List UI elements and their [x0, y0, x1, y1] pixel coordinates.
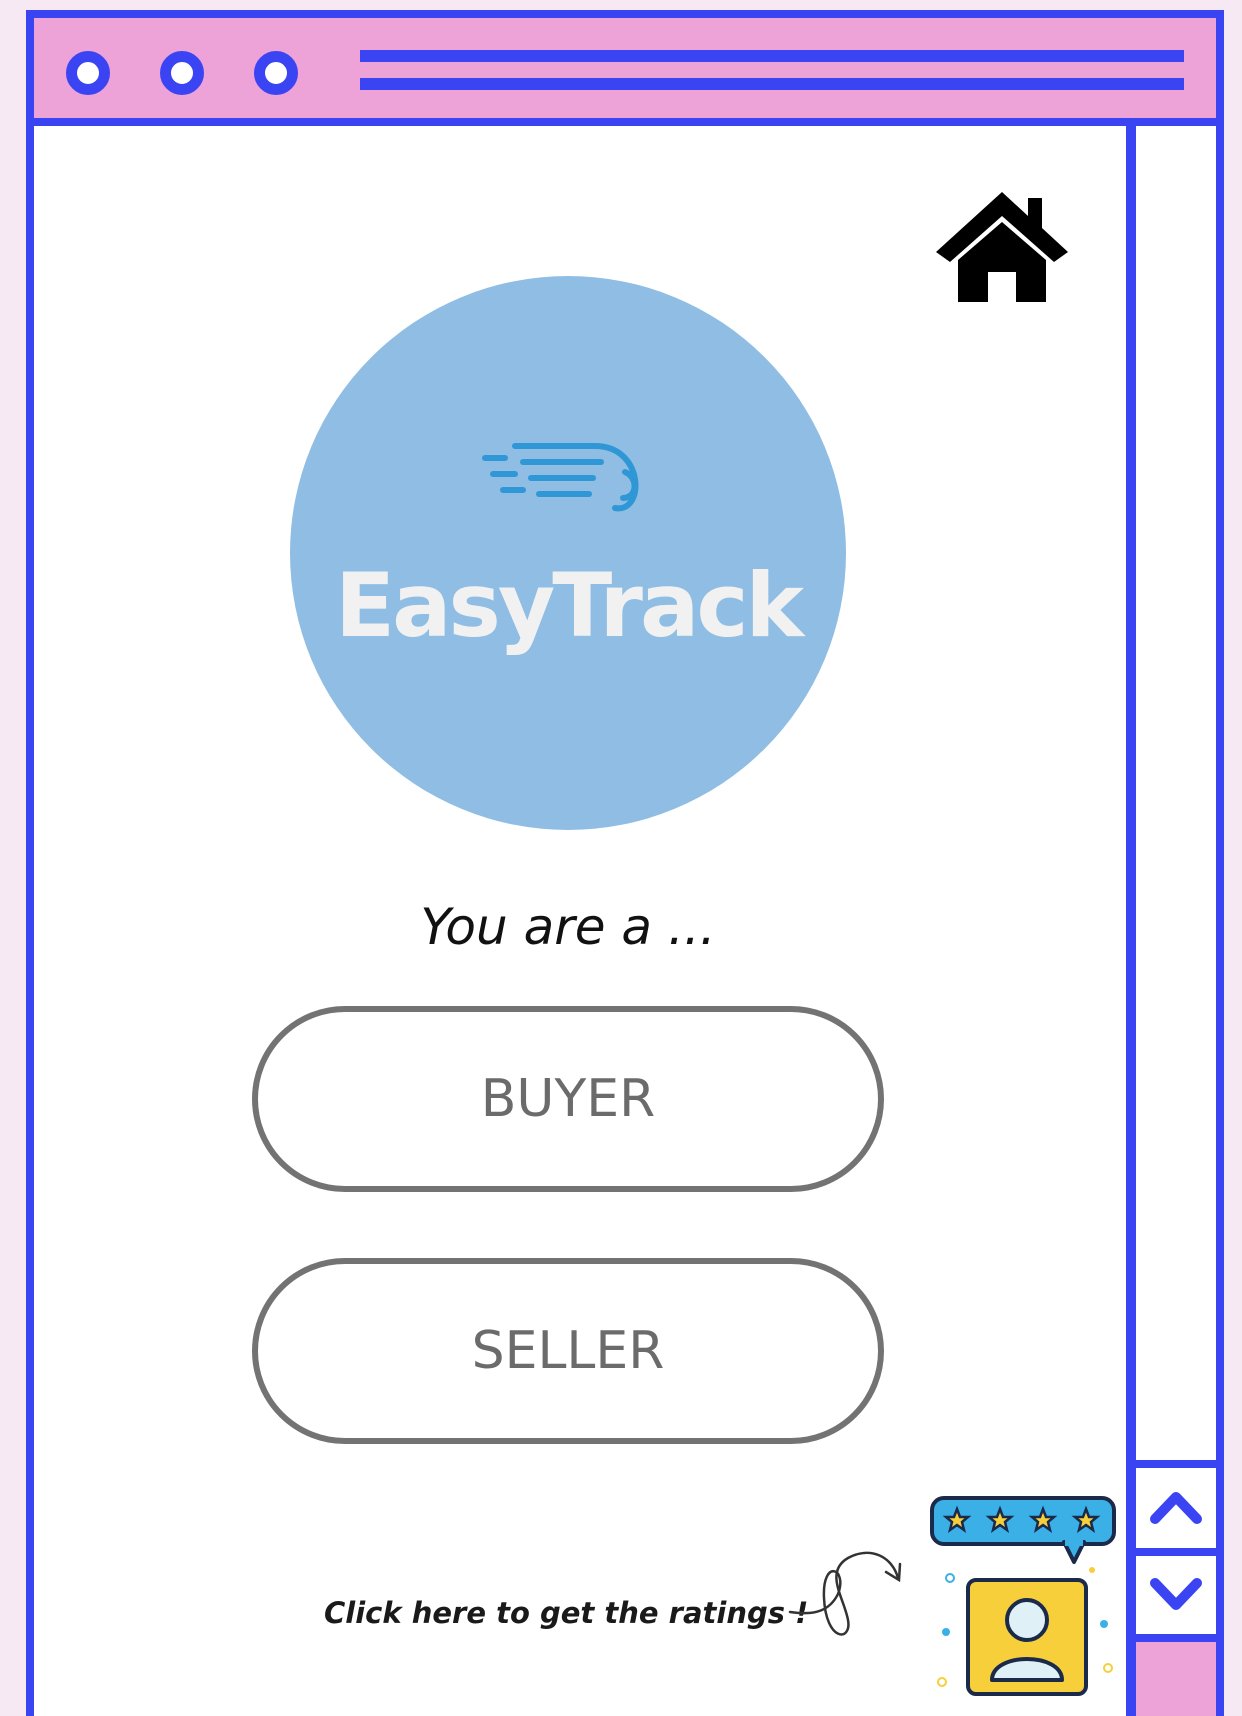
window-control-minimize[interactable] — [160, 51, 204, 95]
speed-lines-icon — [482, 443, 639, 512]
main-content: EasyTrack You are a ... BUYER SELLER Cli… — [34, 126, 1126, 1716]
scrollbar-thumb[interactable] — [1136, 1634, 1216, 1716]
app-window: EasyTrack You are a ... BUYER SELLER Cli… — [26, 10, 1224, 1716]
home-icon[interactable] — [932, 188, 1072, 308]
title-bar — [34, 18, 1216, 126]
title-bar-line — [360, 50, 1184, 62]
buyer-button[interactable]: BUYER — [252, 1006, 884, 1192]
scrollbar[interactable] — [1126, 126, 1216, 1716]
logo-wordmark: EasyTrack — [334, 554, 804, 657]
seller-button[interactable]: SELLER — [252, 1258, 884, 1444]
scroll-down-button[interactable] — [1136, 1548, 1216, 1634]
ratings-caption[interactable]: Click here to get the ratings ! — [324, 1596, 808, 1630]
rating-profile-icon[interactable] — [928, 1492, 1124, 1700]
curved-arrow-icon — [788, 1551, 902, 1636]
scroll-up-button[interactable] — [1136, 1460, 1216, 1546]
role-prompt: You are a ... — [420, 898, 716, 956]
title-bar-line — [360, 78, 1184, 90]
chevron-down-icon — [1150, 1578, 1202, 1610]
logo: EasyTrack — [290, 276, 846, 830]
chevron-up-icon — [1150, 1492, 1202, 1524]
window-control-close[interactable] — [66, 51, 110, 95]
window-control-maximize[interactable] — [254, 51, 298, 95]
